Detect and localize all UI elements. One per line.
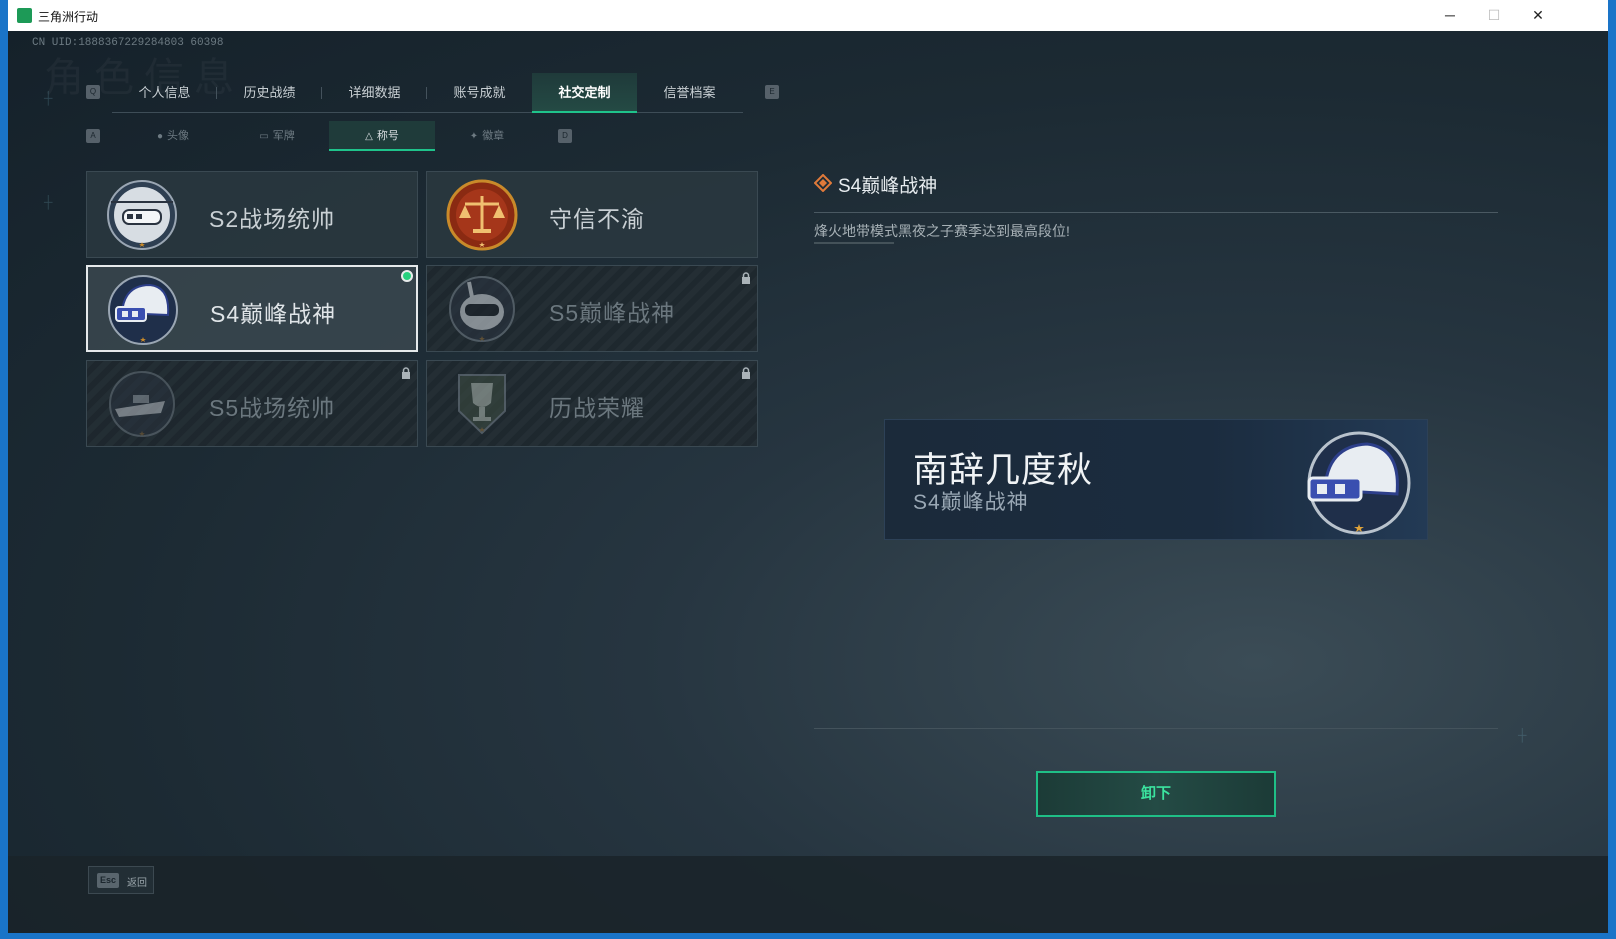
subtab-badge[interactable]: ✦ 徽章 <box>434 121 540 151</box>
title-card-s2-commander[interactable]: S2战场统帅 <box>86 171 418 258</box>
title-label: S4巅峰战神 <box>210 301 337 327</box>
equipped-indicator <box>401 270 413 282</box>
app-logo-icon <box>17 8 32 23</box>
key-hint-d[interactable]: D <box>558 129 572 143</box>
unequip-button[interactable]: 卸下 <box>1036 771 1276 817</box>
title-card-s4-war-god[interactable]: S4巅峰战神 <box>86 265 418 352</box>
subtab-label: 军牌 <box>272 130 295 142</box>
tab-achievements[interactable]: 账号成就 <box>427 73 532 113</box>
night-vision-helmet-emblem-icon <box>108 275 178 345</box>
detail-title: S4巅峰战神 <box>838 176 938 197</box>
detail-description: 烽火地带模式黑夜之子赛季达到最高段位! <box>814 223 1070 239</box>
game-window: 三角洲行动 ─ ☐ ✕ 角色信息 CN UID:1888367229284803… <box>8 0 1608 933</box>
title-label: S2战场统帅 <box>209 206 336 232</box>
tab-reputation[interactable]: 信誉档案 <box>637 73 742 113</box>
tab-social-customization[interactable]: 社交定制 <box>532 73 637 113</box>
tab-label: 账号成就 <box>453 85 506 100</box>
title-preview-card: 南辞几度秋 S4巅峰战神 <box>884 419 1428 540</box>
main-tab-bar: 个人信息 历史战绩 详细数据 账号成就 社交定制 信誉档案 <box>112 73 743 113</box>
tab-match-history[interactable]: 历史战绩 <box>217 73 322 113</box>
scales-emblem-icon <box>446 179 518 251</box>
lock-icon <box>742 367 750 379</box>
title-card-keep-faith[interactable]: 守信不渝 <box>426 171 758 258</box>
player-uid: CN UID:1888367229284803 60398 <box>32 37 224 49</box>
badge-icon: ✦ <box>469 131 479 142</box>
title-card-s5-war-god[interactable]: S5巅峰战神 <box>426 265 758 352</box>
title-label: S5巅峰战神 <box>549 300 676 326</box>
crosshair-decoration: ┼ <box>44 91 53 105</box>
minimize-button[interactable]: ─ <box>1427 0 1473 31</box>
helicopter-emblem-icon <box>107 180 177 250</box>
tab-personal-info[interactable]: 个人信息 <box>112 73 217 113</box>
key-hint-q[interactable]: Q <box>86 85 100 99</box>
title-bar: 三角洲行动 ─ ☐ ✕ <box>8 0 1608 31</box>
night-vision-helmet-emblem-icon <box>1307 431 1411 535</box>
tab-label: 历史战绩 <box>243 85 296 100</box>
tag-icon: ▭ <box>259 131 269 142</box>
back-label: 返回 <box>127 878 147 889</box>
tab-label: 社交定制 <box>558 85 611 100</box>
preview-title: S4巅峰战神 <box>913 491 1029 514</box>
diamond-icon <box>814 174 832 192</box>
title-label: 守信不渝 <box>549 206 645 232</box>
detail-accent-bar <box>814 242 894 244</box>
subtab-label: 头像 <box>167 130 190 142</box>
title-label: 历战荣耀 <box>549 395 645 421</box>
title-card-battle-glory[interactable]: 历战荣耀 <box>426 360 758 447</box>
key-hint-a[interactable]: A <box>86 129 100 143</box>
footer-bar: Esc 返回 <box>8 856 1608 933</box>
trophy-emblem-icon <box>458 374 506 435</box>
speedboat-emblem-icon <box>109 371 175 437</box>
title-label: S5战场统帅 <box>209 395 336 421</box>
subtab-title[interactable]: △ 称号 <box>329 121 435 151</box>
subtab-avatar[interactable]: ● 头像 <box>120 121 226 151</box>
lock-icon <box>742 272 750 284</box>
diver-mask-emblem-icon <box>449 276 515 342</box>
subtab-label: 称号 <box>376 130 399 142</box>
key-hint-e[interactable]: E <box>765 85 779 99</box>
tab-detailed-data[interactable]: 详细数据 <box>322 73 427 113</box>
sub-tab-bar: ● 头像 ▭ 军牌 △ 称号 ✦ 徽章 <box>112 121 536 153</box>
subtab-dog-tag[interactable]: ▭ 军牌 <box>224 121 330 151</box>
person-icon: ● <box>156 131 164 142</box>
crosshair-decoration: ┼ <box>1518 728 1527 742</box>
window-title: 三角洲行动 <box>38 10 99 24</box>
detail-bottom-divider <box>814 728 1498 729</box>
app-content: 角色信息 CN UID:1888367229284803 60398 ┼ ┼ ┼… <box>8 31 1608 933</box>
lock-icon <box>402 367 410 379</box>
detail-divider <box>814 212 1498 213</box>
maximize-button[interactable]: ☐ <box>1471 0 1517 31</box>
crosshair-decoration: ┼ <box>44 195 53 209</box>
title-card-s5-commander[interactable]: S5战场统帅 <box>86 360 418 447</box>
tab-label: 信誉档案 <box>663 85 716 100</box>
tab-label: 个人信息 <box>138 85 191 100</box>
esc-key-hint: Esc <box>97 873 119 888</box>
tab-label: 详细数据 <box>348 85 401 100</box>
triangle-icon: △ <box>365 131 373 142</box>
close-button[interactable]: ✕ <box>1515 0 1561 31</box>
subtab-label: 徽章 <box>482 130 505 142</box>
back-button[interactable]: Esc 返回 <box>88 866 154 894</box>
